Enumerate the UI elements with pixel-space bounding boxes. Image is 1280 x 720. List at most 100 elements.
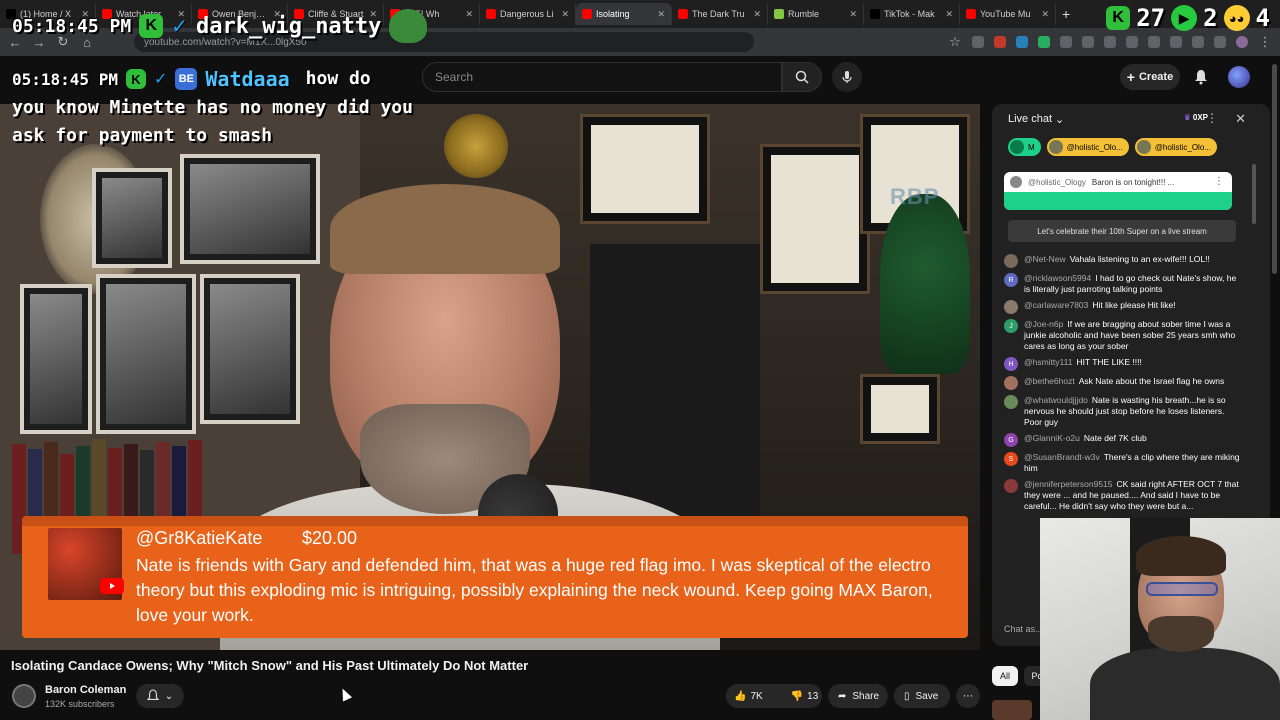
youtube-logo-icon — [100, 578, 124, 594]
new-tab-button[interactable]: + — [1056, 6, 1076, 22]
avatar: H — [1004, 357, 1018, 371]
browser-tab[interactable]: YouTube Mu ✕ — [960, 3, 1056, 25]
extension-icon[interactable] — [994, 36, 1006, 48]
close-tab-icon[interactable]: ✕ — [1041, 9, 1049, 20]
ticker-chip[interactable]: @holistic_Olo... — [1046, 138, 1129, 156]
create-label: Create — [1138, 71, 1174, 83]
chat-message-user: @carlaware7803 — [1024, 300, 1089, 310]
subscribe-notification-button[interactable]: ⌄ — [136, 684, 184, 708]
browser-tab[interactable]: TikTok - Mak ✕ — [864, 3, 960, 25]
close-tab-icon[interactable]: ✕ — [465, 9, 473, 20]
notifications-button[interactable] — [1190, 64, 1212, 90]
extension-icon[interactable] — [1082, 36, 1094, 48]
dislike-button[interactable]: 👎 13 — [783, 684, 827, 708]
close-tab-icon[interactable]: ✕ — [753, 9, 761, 20]
chat-message[interactable]: @bethe6hozt Ask Nate about the Israel fla… — [1004, 376, 1240, 390]
chat-message[interactable]: @whatwouldjjjdo Nate is wasting his breat… — [1004, 395, 1240, 428]
close-icon[interactable]: ✕ — [1235, 111, 1246, 127]
chat-message[interactable]: S @SusanBrandt-w3v There's a clip where th… — [1004, 452, 1240, 474]
chat-message[interactable]: G @GlanniK-o2u Nate def 7K club — [1004, 433, 1240, 447]
chat-message-user: @ricklawson5994 — [1024, 273, 1092, 283]
close-tab-icon[interactable]: ✕ — [945, 9, 953, 20]
chat-message[interactable]: @Net-New Vahala listening to an ex-wife!!… — [1004, 254, 1240, 268]
profile-icon[interactable] — [1236, 36, 1248, 48]
bookmark-star-icon[interactable]: ☆ — [948, 34, 962, 50]
search-button[interactable] — [782, 62, 822, 92]
close-tab-icon[interactable]: ✕ — [849, 9, 857, 20]
share-button[interactable]: ➦ Share — [828, 684, 888, 708]
chat-more-icon[interactable]: ⋮ — [1206, 111, 1218, 125]
close-tab-icon[interactable]: ✕ — [657, 9, 665, 20]
page-scrollbar[interactable] — [1272, 64, 1277, 274]
extension-icon[interactable] — [1170, 36, 1182, 48]
chat-message[interactable]: H @hsmitty111 HIT THE LIKE !!!! — [1004, 357, 1240, 371]
voice-search-button[interactable] — [832, 62, 862, 92]
chat-message[interactable]: R @ricklawson5994 I had to go check out Na… — [1004, 273, 1240, 295]
avatar — [1004, 479, 1018, 493]
browser-menu-icon[interactable]: ⋮ — [1258, 34, 1272, 50]
plus-icon: + — [1126, 69, 1135, 85]
channel-avatar[interactable] — [12, 684, 36, 708]
extension-icon[interactable] — [972, 36, 984, 48]
extension-icon[interactable] — [1126, 36, 1138, 48]
superchat-amount: $20.00 — [302, 528, 358, 548]
chat-message[interactable]: @carlaware7803 Hit like please Hit like! — [1004, 300, 1240, 314]
related-video-thumbnail[interactable] — [992, 700, 1032, 720]
chat-points-badge[interactable]: ♛ 0XP — [1184, 113, 1208, 122]
ticker-chip[interactable]: M — [1008, 138, 1041, 156]
pinned-message-bar — [1004, 192, 1232, 210]
create-button[interactable]: + Create — [1120, 64, 1180, 90]
kick-icon: K — [1106, 6, 1131, 30]
chat-message-user: @Joe-n6p — [1024, 319, 1064, 329]
badge-icon: BE — [175, 68, 198, 90]
chat-message-body: @whatwouldjjjdo Nate is wasting his breat… — [1024, 395, 1240, 428]
avatar — [1048, 140, 1063, 154]
like-button[interactable]: 👍 7K — [726, 684, 771, 708]
celebrate-banner[interactable]: Let's celebrate their 10th Super on a li… — [1008, 220, 1236, 242]
extension-icon[interactable] — [1214, 36, 1226, 48]
browser-tab[interactable]: Isolating ✕ — [576, 3, 672, 25]
close-tab-icon[interactable]: ✕ — [561, 9, 569, 20]
overlay-message-body: you know Minette has no money did you as… — [12, 97, 413, 146]
chat-message[interactable]: @jenniferpeterson9515 CK said right AFTER… — [1004, 479, 1240, 512]
chat-input[interactable]: Chat as... — [1004, 624, 1043, 634]
pinned-message[interactable]: @holistic_Ology Baron is on tonight!!! .… — [1004, 172, 1232, 210]
browser-tab-label: Rumble — [788, 9, 820, 19]
counter-1: 27 — [1136, 4, 1166, 32]
live-chat-title: Live chat — [1008, 113, 1053, 125]
pinned-text: Baron is on tonight!!! ... — [1091, 177, 1175, 187]
browser-tab[interactable]: Dangerous Li ✕ — [480, 3, 576, 25]
thumbs-up-icon: 👍 — [734, 690, 747, 702]
search-input[interactable]: Search — [422, 62, 782, 92]
extension-icon[interactable] — [1104, 36, 1116, 48]
chat-message-user: @bethe6hozt — [1024, 376, 1075, 386]
save-button[interactable]: ▯ Save — [894, 684, 950, 708]
more-actions-button[interactable]: ⋯ — [956, 684, 980, 708]
extension-icon[interactable] — [1016, 36, 1028, 48]
live-chat-mode-dropdown[interactable]: Live chat ⌄ — [1008, 113, 1064, 126]
extension-icon[interactable] — [1038, 36, 1050, 48]
chat-scrollbar-thumb[interactable] — [1252, 164, 1256, 224]
pinned-more-icon[interactable]: ⋮ — [1214, 176, 1224, 187]
browser-tab-label: YouTube Mu — [980, 9, 1031, 19]
extension-icon[interactable] — [1060, 36, 1072, 48]
extension-icon[interactable] — [1148, 36, 1160, 48]
browser-tab[interactable]: The Dark Tru ✕ — [672, 3, 768, 25]
webcam-person-glasses — [1146, 582, 1218, 596]
wall-photo — [96, 274, 196, 434]
account-avatar[interactable] — [1228, 66, 1250, 88]
counter-3: 4 — [1255, 4, 1270, 32]
chat-message-text: Nate def 7K club — [1083, 433, 1147, 443]
avatar: S — [1004, 452, 1018, 466]
chat-message-list: @Net-New Vahala listening to an ex-wife!!… — [1004, 254, 1240, 517]
ticker-chip[interactable]: @holistic_Olo... — [1134, 138, 1217, 156]
channel-name[interactable]: Baron Coleman — [45, 684, 126, 696]
extension-icon[interactable] — [1192, 36, 1204, 48]
ticker-chip-label: M — [1028, 142, 1035, 152]
filter-chip-all[interactable]: All — [992, 666, 1018, 686]
chat-message[interactable]: J @Joe-n6p If we are bragging about sober … — [1004, 319, 1240, 352]
chat-message-user: @SusanBrandt-w3v — [1024, 452, 1100, 462]
chat-ticker: M @holistic_Olo... @holistic_Olo... — [1008, 138, 1217, 156]
browser-tab[interactable]: Rumble ✕ — [768, 3, 864, 25]
avatar — [1004, 376, 1018, 390]
